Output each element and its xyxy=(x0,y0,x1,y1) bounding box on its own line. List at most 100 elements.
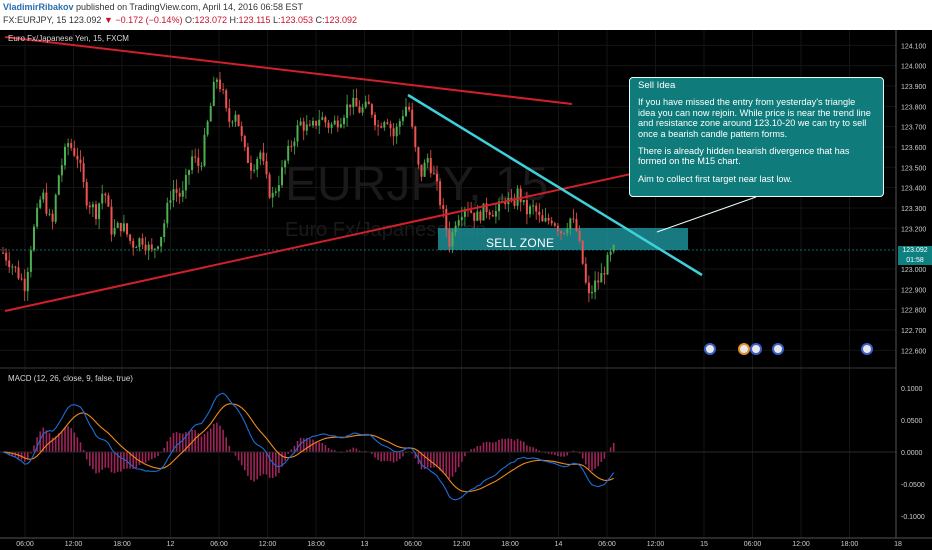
candle-body xyxy=(532,205,535,207)
sell-zone-box[interactable] xyxy=(438,228,688,250)
time-tick-label: 06:00 xyxy=(598,541,616,548)
candle-body xyxy=(293,141,296,147)
candle-body xyxy=(445,208,448,230)
candle-body xyxy=(600,273,603,283)
macd-title: MACD (12, 26, close, 9, false, true) xyxy=(8,374,133,383)
candle-body xyxy=(160,236,163,247)
macd-pane[interactable] xyxy=(0,392,896,501)
time-tick-label: 06:00 xyxy=(744,541,762,548)
candle-body xyxy=(45,192,48,214)
candle-body xyxy=(566,228,569,234)
candle-body xyxy=(315,120,318,126)
pane-title: Euro Fx/Japanese Yen, 15, FXCM xyxy=(8,34,129,43)
candle-body xyxy=(349,104,352,108)
candle-body xyxy=(575,219,578,231)
symbol-label: FX:EURJPY, 15 xyxy=(3,15,67,25)
time-axis[interactable]: 06:00 12:00 18:00 12 06:00 12:00 18:00 13 06:00 1… xyxy=(16,541,902,548)
candle-body xyxy=(491,214,494,217)
sell-idea-callout[interactable]: Sell Idea If you have missed the entry f… xyxy=(629,77,884,197)
price-tick-label: 124.000 xyxy=(901,64,926,71)
candle-body xyxy=(584,263,587,283)
upper-trendline[interactable] xyxy=(4,36,573,105)
event-flag-icon[interactable] xyxy=(704,343,716,355)
candle-body xyxy=(494,211,497,217)
candle-body xyxy=(333,120,336,125)
price-tick-label: 123.700 xyxy=(901,125,926,132)
candle-body xyxy=(479,211,482,221)
price-tick-label: 124.100 xyxy=(901,43,926,50)
countdown-badge: 01:58 xyxy=(898,256,932,265)
candle-body xyxy=(153,248,156,250)
candle-body xyxy=(563,233,566,235)
candle-body xyxy=(76,155,79,160)
candle-body xyxy=(5,252,8,261)
candle-body xyxy=(364,101,367,108)
candle-body xyxy=(82,163,85,183)
event-flag-icon[interactable] xyxy=(750,343,762,355)
price-tick-label: 123.900 xyxy=(901,84,926,91)
candle-body xyxy=(246,146,249,163)
candle-body xyxy=(116,223,119,228)
candle-body xyxy=(525,200,528,215)
candle-body xyxy=(163,223,166,237)
callout-pointer xyxy=(656,196,757,233)
candle-body xyxy=(237,114,240,127)
candle-body xyxy=(256,158,259,170)
event-flag-icon[interactable] xyxy=(861,343,873,355)
candle-body xyxy=(429,157,432,174)
macd-tick-label: -0.1000 xyxy=(901,514,925,521)
time-tick-label: 12:00 xyxy=(65,541,83,548)
candle-body xyxy=(26,271,29,292)
candle-body xyxy=(395,126,398,137)
published-text: published on TradingView.com, April 14, … xyxy=(73,2,304,12)
candle-body xyxy=(386,122,389,124)
candle-body xyxy=(126,223,128,235)
candle-body xyxy=(336,120,339,128)
candle-body xyxy=(259,152,262,159)
candle-body xyxy=(110,206,113,235)
candle-body xyxy=(457,220,460,226)
close-label: C: xyxy=(315,15,325,25)
candle-body xyxy=(85,182,88,206)
candle-body xyxy=(113,227,116,235)
candle-body xyxy=(414,126,417,148)
candle-body xyxy=(442,205,445,209)
candle-body xyxy=(609,251,612,255)
candle-body xyxy=(67,143,70,147)
candle-body xyxy=(380,126,383,128)
candle-body xyxy=(197,157,200,166)
candle-body xyxy=(361,107,364,113)
candle-body xyxy=(70,143,73,149)
candle-body xyxy=(550,220,553,224)
candle-body xyxy=(594,280,597,293)
event-flag-icon[interactable] xyxy=(772,343,784,355)
candle-body xyxy=(513,200,516,206)
author-name[interactable]: VladimirRibakov xyxy=(3,2,74,12)
candle-body xyxy=(277,185,280,192)
candle-body xyxy=(454,225,457,233)
event-markers[interactable] xyxy=(704,343,873,355)
candle-body xyxy=(253,169,256,171)
price-tick-label: 123.200 xyxy=(901,226,926,233)
candle-body xyxy=(367,101,370,105)
candle-body xyxy=(132,240,135,248)
candle-body xyxy=(250,162,252,171)
candle-body xyxy=(370,104,373,115)
candle-body xyxy=(222,89,225,91)
candle-body xyxy=(184,174,187,191)
event-flag-icon[interactable] xyxy=(738,343,750,355)
open-value: 123.072 xyxy=(194,15,228,25)
candle-body xyxy=(141,238,144,245)
price-tick-label: 123.500 xyxy=(901,165,926,172)
candle-body xyxy=(29,250,32,272)
candle-body xyxy=(606,254,609,275)
candle-body xyxy=(423,162,426,177)
macd-tick-label: 0.0500 xyxy=(901,418,923,425)
candle-body xyxy=(172,189,175,201)
candle-body xyxy=(392,128,395,137)
price-tick-label: 123.000 xyxy=(901,267,926,274)
candle-body xyxy=(23,278,26,292)
candle-body xyxy=(476,211,479,221)
price-tick-label: 122.600 xyxy=(901,348,926,355)
candle-body xyxy=(401,116,404,122)
